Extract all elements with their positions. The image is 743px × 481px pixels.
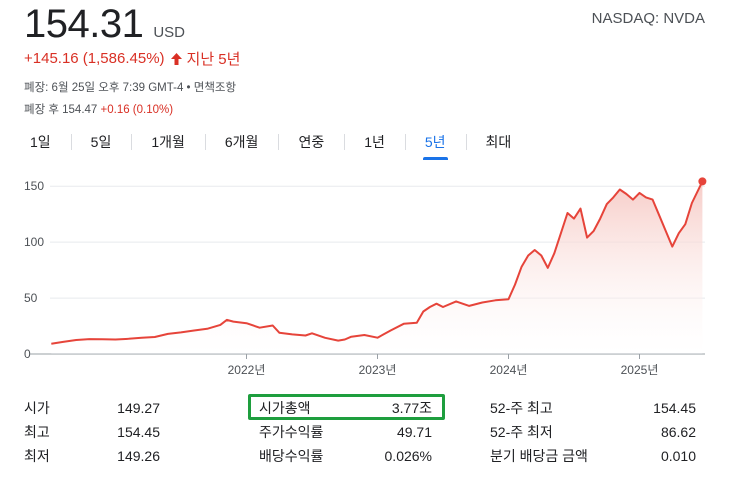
y-tick-label: 50 xyxy=(24,291,38,305)
after-hours-price: 폐장 후 154.47 xyxy=(24,104,98,116)
y-tick-label: 100 xyxy=(24,235,44,249)
x-tick-label: 2023년 xyxy=(359,363,397,377)
y-tick-label: 0 xyxy=(24,347,31,361)
currency-label: USD xyxy=(153,24,186,41)
exchange-ticker[interactable]: NASDAQ: NVDA xyxy=(592,10,705,27)
stat-label: 최고 xyxy=(24,424,50,440)
stat-value: 154.45 xyxy=(653,400,696,416)
arrow-up-icon xyxy=(170,52,183,66)
stat-value: 0.010 xyxy=(660,448,696,464)
tab-range-6[interactable]: 5년 xyxy=(404,128,466,160)
stat-value: 149.27 xyxy=(117,400,160,416)
stat-label: 배당수익률 xyxy=(259,448,324,464)
change-period: 지난 5년 xyxy=(186,51,241,68)
stat-value: 49.71 xyxy=(396,424,432,440)
x-tick-label: 2024년 xyxy=(490,363,528,377)
tab-range-5[interactable]: 1년 xyxy=(344,128,405,160)
stat-label: 최저 xyxy=(24,448,50,464)
range-tabs: 1일 5일 1개월 6개월 연중 1년 5년 최대 xyxy=(10,128,531,160)
after-hours-change: +0.16 (0.10%) xyxy=(100,104,174,116)
stat-label: 분기 배당금 금액 xyxy=(490,448,588,464)
stat-value: 149.26 xyxy=(117,448,160,464)
change-value: +145.16 (1,586.45%) xyxy=(24,50,165,67)
price-change: +145.16 (1,586.45%) 지난 5년 xyxy=(24,48,240,69)
stat-label: 주가수익률 xyxy=(259,424,324,440)
stat-label: 시가총액 xyxy=(259,400,311,416)
y-tick-label: 150 xyxy=(24,179,44,193)
after-hours-info: 폐장 후 154.47 +0.16 (0.10%) xyxy=(24,101,173,117)
stat-value: 0.026% xyxy=(384,448,432,464)
tab-range-3[interactable]: 6개월 xyxy=(204,128,279,160)
close-info[interactable]: 폐장: 6월 25일 오후 7:39 GMT-4 • 면책조항 xyxy=(24,79,236,95)
x-tick-label: 2025년 xyxy=(621,363,659,377)
stat-label: 52-주 최저 xyxy=(490,424,553,440)
stat-label: 52-주 최고 xyxy=(490,400,553,416)
stat-value: 154.45 xyxy=(117,424,160,440)
price-chart[interactable]: 0 50 100 150 2022년 2023년 2024년 2025년 xyxy=(0,170,743,385)
tab-range-1[interactable]: 5일 xyxy=(70,128,132,160)
price-row: 154.31 USD xyxy=(24,2,185,47)
stock-price: 154.31 xyxy=(24,2,144,46)
stat-label: 시가 xyxy=(24,400,50,416)
tab-range-0[interactable]: 1일 xyxy=(10,128,71,160)
last-price-point xyxy=(698,177,707,186)
stat-value: 86.62 xyxy=(660,424,696,440)
stat-value: 3.77조 xyxy=(391,400,432,416)
tab-range-2[interactable]: 1개월 xyxy=(131,128,205,160)
tab-range-4[interactable]: 연중 xyxy=(278,128,344,160)
tab-range-7[interactable]: 최대 xyxy=(465,128,532,160)
x-tick-label: 2022년 xyxy=(228,363,266,377)
